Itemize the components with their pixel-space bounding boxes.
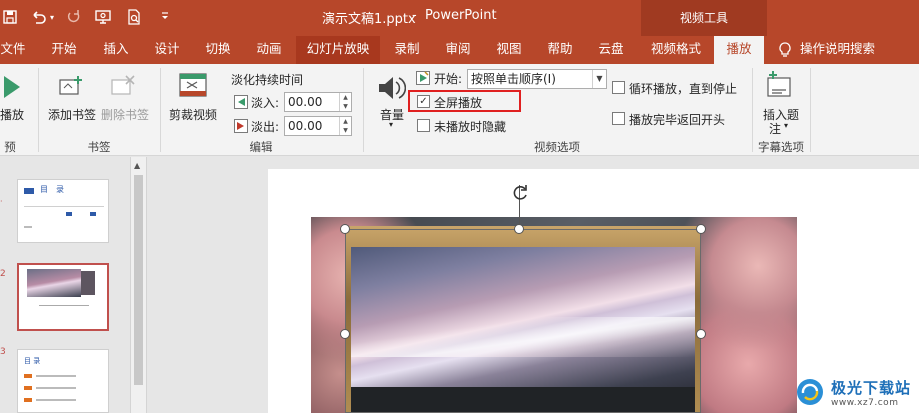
document-title: 演示文稿1.pptx — [322, 12, 416, 27]
fullscreen-label: 全屏播放 — [434, 96, 483, 110]
tab-design[interactable]: 设计 — [147, 36, 187, 64]
slide-thumbnail-3[interactable]: 目 录 — [17, 349, 109, 413]
start-dropdown[interactable]: 按照单击顺序(I) ▼ — [467, 69, 607, 89]
slide-thumbnail-1-title: 目 录 — [40, 185, 64, 194]
tab-help[interactable]: 帮助 — [540, 36, 580, 64]
hide-when-not-playing-checkbox[interactable] — [417, 119, 430, 132]
start-icon — [416, 71, 430, 88]
group-label-video-options: 视频选项 — [534, 140, 580, 154]
tab-animations[interactable]: 动画 — [249, 36, 289, 64]
start-value: 按照单击顺序(I) — [471, 72, 556, 86]
tab-home[interactable]: 开始 — [44, 36, 84, 64]
tab-transitions[interactable]: 切换 — [198, 36, 238, 64]
fade-in-spinner-icon[interactable]: ▲ ▼ — [339, 93, 351, 111]
slide-2-marker: 2 — [0, 269, 6, 279]
watermark-url: www.xz7.com — [830, 398, 899, 408]
resize-handle-top-left[interactable] — [340, 224, 350, 234]
fullscreen-checkbox[interactable]: ✓ — [417, 95, 430, 108]
fade-in-value: 00.00 — [288, 95, 323, 109]
fade-out-icon — [234, 119, 248, 136]
selection-outline — [345, 229, 701, 413]
tab-insert[interactable]: 插入 — [96, 36, 136, 64]
start-label: 开始: — [434, 72, 463, 86]
loop-label: 循环播放，直到停止 — [629, 82, 738, 96]
tab-slideshow[interactable]: 幻灯片放映 — [296, 36, 380, 64]
slide-3-marker: 3 — [0, 347, 6, 357]
insert-captions-button-line2[interactable]: 注 — [769, 120, 781, 137]
play-icon[interactable] — [2, 74, 22, 103]
insert-captions-dropdown-icon[interactable]: ▾ — [784, 121, 788, 130]
scroll-up-icon[interactable]: ▲ — [134, 161, 140, 170]
resize-handle-right[interactable] — [696, 329, 706, 339]
volume-dropdown-icon[interactable]: ▾ — [389, 120, 393, 129]
tab-video-format[interactable]: 视频格式 — [642, 36, 710, 64]
workspace: · 目 录 2 3 目 录 ▲ — [0, 157, 919, 413]
remove-bookmark-icon — [110, 74, 136, 101]
group-label-bookmarks: 书签 — [87, 140, 111, 154]
save-icon[interactable] — [2, 9, 18, 27]
slide-number-marker: · — [0, 197, 3, 206]
slide-thumbnail-2-video — [27, 269, 81, 297]
fade-in-label: 淡入: — [251, 96, 280, 110]
tab-view[interactable]: 视图 — [489, 36, 529, 64]
title-separator: - — [412, 8, 417, 23]
undo-icon[interactable] — [30, 9, 48, 27]
fade-duration-title: 淡化持续时间 — [231, 73, 304, 87]
undo-dropdown-icon[interactable]: ▾ — [50, 9, 54, 27]
title-bar: ▾ 演示文稿1.pptx - PowerPoint 视频工具 — [0, 0, 919, 36]
remove-bookmark-button: 删除书签 — [101, 108, 150, 122]
tab-playback[interactable]: 播放 — [714, 36, 764, 64]
volume-icon[interactable] — [376, 74, 407, 105]
group-label-editing: 编辑 — [249, 140, 273, 154]
preview-search-icon[interactable] — [126, 9, 142, 27]
fade-in-input[interactable]: 00.00 ▲ ▼ — [284, 92, 352, 112]
rewind-label: 播放完毕返回开头 — [629, 113, 726, 127]
watermark-text: 极光下载站 — [830, 379, 911, 397]
slide-thumbnail-2[interactable] — [17, 263, 109, 331]
add-bookmark-icon[interactable] — [58, 74, 84, 101]
resize-handle-top-right[interactable] — [696, 224, 706, 234]
tab-cloud[interactable]: 云盘 — [591, 36, 631, 64]
video-tools-context-label: 视频工具 — [641, 0, 767, 36]
resize-handle-left[interactable] — [340, 329, 350, 339]
slide-thumbnail-panel[interactable]: · 目 录 2 3 目 录 — [0, 157, 130, 413]
presentation-icon[interactable] — [94, 9, 112, 27]
slide-thumbnail-3-title: 目 录 — [24, 357, 41, 365]
tab-record[interactable]: 录制 — [387, 36, 427, 64]
scrollbar-thumb[interactable] — [134, 175, 143, 385]
insert-captions-icon[interactable] — [764, 70, 794, 103]
add-bookmark-button[interactable]: 添加书签 — [48, 106, 96, 123]
resize-handle-top[interactable] — [514, 224, 524, 234]
fade-out-input[interactable]: 00.00 ▲ ▼ — [284, 116, 352, 136]
tab-review[interactable]: 审阅 — [438, 36, 478, 64]
rotate-handle-icon[interactable] — [510, 183, 530, 206]
watermark: 极光下载站 www.xz7.com — [796, 377, 911, 408]
tab-file[interactable]: 文件 — [0, 36, 26, 64]
ribbon-tab-bar: 文件 开始 插入 设计 切换 动画 幻灯片放映 录制 审阅 视图 帮助 云盘 视… — [0, 36, 919, 64]
hide-when-not-playing-label: 未播放时隐藏 — [434, 120, 507, 134]
ribbon-playback: 播放 预览 添加书签 删除书签 书签 剪裁视频 淡化持续时间 淡入: 00.00… — [0, 64, 919, 170]
redo-icon[interactable] — [66, 9, 82, 27]
fade-out-spinner-icon[interactable]: ▲ ▼ — [339, 117, 351, 135]
tell-me-search[interactable]: 操作说明搜索 — [800, 36, 886, 64]
fade-in-icon — [234, 95, 248, 112]
fade-out-label: 淡出: — [251, 120, 280, 134]
loop-checkbox[interactable] — [612, 81, 625, 94]
play-button[interactable]: 播放 — [0, 106, 24, 123]
slide-thumbnail-1[interactable]: 目 录 — [17, 179, 109, 243]
rewind-checkbox[interactable] — [612, 112, 625, 125]
lightbulb-icon — [778, 42, 792, 61]
watermark-logo-icon — [796, 379, 823, 405]
fade-out-value: 00.00 — [288, 119, 323, 133]
thumbnail-scrollbar[interactable]: ▲ — [130, 157, 147, 413]
start-dropdown-icon[interactable]: ▼ — [592, 70, 606, 88]
trim-video-button[interactable]: 剪裁视频 — [169, 106, 217, 123]
customize-toolbar-icon[interactable] — [160, 9, 170, 27]
app-name: PowerPoint — [425, 8, 497, 23]
trim-video-icon[interactable] — [178, 70, 208, 103]
group-label-captions: 字幕选项 — [758, 140, 804, 154]
